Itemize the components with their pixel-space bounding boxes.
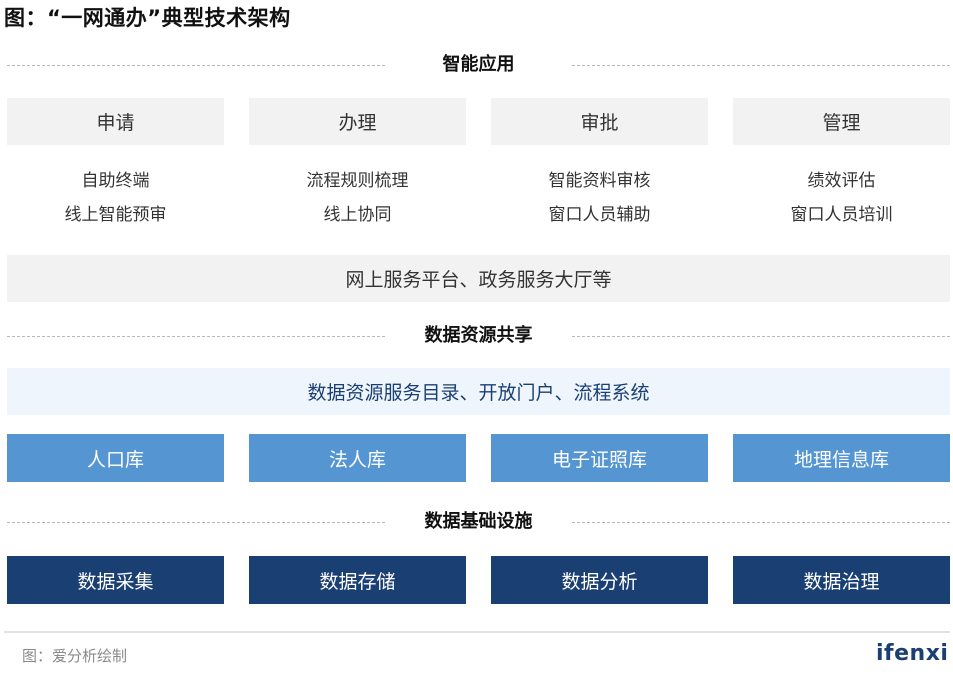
platform-box: 网上服务平台、政务服务大厅等 [7, 255, 950, 302]
item-text: 窗口人员辅助 [548, 205, 651, 225]
category-box-apply: 申请 [7, 98, 224, 145]
item-text: 绩效评估 [807, 171, 876, 191]
ifenxi-logo: ifenxi [876, 641, 949, 666]
footer-divider [4, 631, 950, 633]
database-box-legal-entity: 法人库 [249, 434, 466, 482]
category-box-handle: 办理 [249, 98, 466, 145]
category-items-apply: 自助终端 线上智能预审 [7, 164, 224, 232]
item-text: 窗口人员培训 [790, 205, 893, 225]
section-header-infrastructure: 数据基础设施 [7, 510, 950, 534]
section-header-application: 智能应用 [7, 53, 950, 77]
category-items-manage: 绩效评估 窗口人员培训 [733, 164, 950, 232]
item-text: 智能资料审核 [548, 171, 651, 191]
infra-box-collection: 数据采集 [7, 556, 224, 604]
diagram-title: 图：“一网通办”典型技术架构 [4, 6, 291, 30]
database-box-population: 人口库 [7, 434, 224, 482]
infra-box-storage: 数据存储 [249, 556, 466, 604]
item-text: 流程规则梳理 [306, 171, 409, 191]
source-note: 图：爱分析绘制 [22, 647, 128, 665]
category-box-approve: 审批 [491, 98, 708, 145]
category-items-handle: 流程规则梳理 线上协同 [249, 164, 466, 232]
catalog-box: 数据资源服务目录、开放门户、流程系统 [7, 368, 950, 415]
database-box-geo-info: 地理信息库 [733, 434, 950, 482]
database-box-e-license: 电子证照库 [491, 434, 708, 482]
infra-box-analysis: 数据分析 [491, 556, 708, 604]
item-text: 线上协同 [323, 205, 392, 225]
dashed-divider-right [572, 65, 950, 66]
category-box-manage: 管理 [733, 98, 950, 145]
item-text: 自助终端 [81, 171, 150, 191]
dashed-divider-right [572, 336, 950, 337]
category-items-approve: 智能资料审核 窗口人员辅助 [491, 164, 708, 232]
section-header-sharing: 数据资源共享 [7, 324, 950, 348]
item-text: 线上智能预审 [64, 205, 167, 225]
dashed-divider-right [572, 522, 950, 523]
infra-box-governance: 数据治理 [733, 556, 950, 604]
